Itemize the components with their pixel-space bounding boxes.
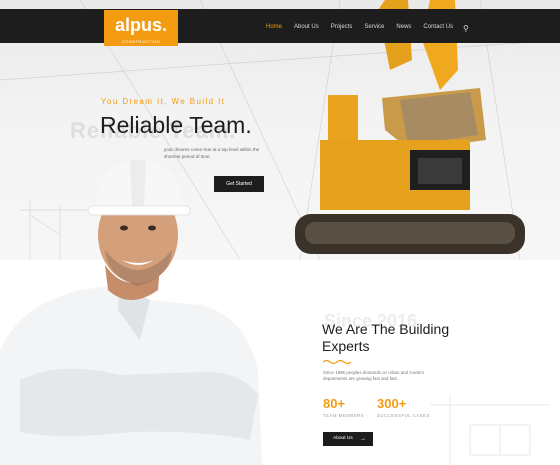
nav-item-news[interactable]: News xyxy=(396,24,411,30)
wave-divider-icon xyxy=(323,359,351,365)
nav-item-home[interactable]: Home xyxy=(266,24,282,30)
stat-successful-cases-value: 300+ xyxy=(377,396,407,411)
nav-item-contact-us[interactable]: Contact Us xyxy=(423,24,453,30)
brand-logo[interactable]: alpus. CONSTRUCTION xyxy=(104,10,178,46)
worker-image xyxy=(0,160,262,465)
stat-team-members-label: TEAM MEMBERS xyxy=(323,413,365,418)
about-description: Since 1995 peoples demands on urban and … xyxy=(323,370,425,381)
about-us-button[interactable]: About Us → xyxy=(323,432,373,446)
brand-tagline: CONSTRUCTION xyxy=(121,39,161,44)
brand-logo-text: alpus. xyxy=(114,15,167,35)
about-title: We Are The Building Experts xyxy=(322,321,450,354)
nav-menu: Home About Us Projects Service News Cont… xyxy=(266,24,453,30)
arrow-right-icon: → xyxy=(360,436,366,442)
nav-item-projects[interactable]: Projects xyxy=(331,24,353,30)
nav-item-about-us[interactable]: About Us xyxy=(294,24,319,30)
hero-title: Reliable Team. xyxy=(100,112,252,138)
about-us-button-label: About Us xyxy=(333,436,353,441)
blueprint-sketch-graphic xyxy=(430,395,550,465)
stat-team-members-value: 80+ xyxy=(323,396,346,411)
hero-eyebrow: You Dream It, We Build It xyxy=(101,97,226,106)
nav-item-service[interactable]: Service xyxy=(364,24,384,30)
search-icon[interactable]: ⚲ xyxy=(463,24,469,33)
